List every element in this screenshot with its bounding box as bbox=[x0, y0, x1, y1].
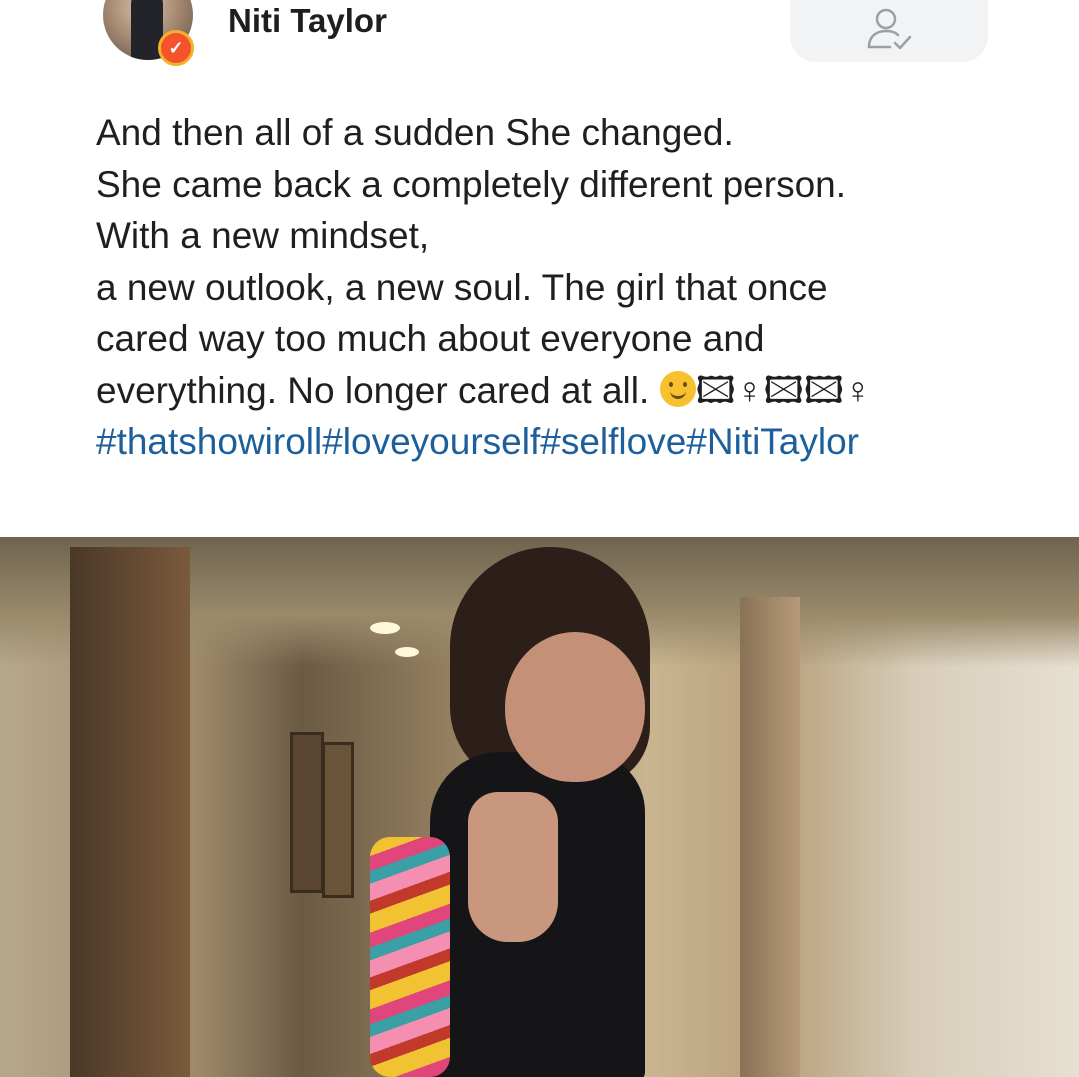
photo-tassels bbox=[370, 837, 450, 1077]
photo-ceiling-light bbox=[370, 622, 400, 634]
post-text-line-last: everything. No longer cared at all. 🖾♀🖾🖾… bbox=[96, 365, 1036, 417]
photo-ceiling-light bbox=[395, 647, 419, 657]
person-check-icon bbox=[867, 8, 912, 50]
emoji-trail: 🖾♀🖾🖾♀ bbox=[695, 369, 872, 411]
photo-door-left bbox=[70, 547, 190, 1077]
post-photo[interactable] bbox=[0, 537, 1079, 1077]
photo-wall-frame bbox=[322, 742, 354, 898]
photo-wall-frame bbox=[290, 732, 324, 893]
post-text-line: everything. No longer cared at all. bbox=[96, 369, 650, 411]
smiling-face-emoji bbox=[659, 370, 696, 407]
follow-button[interactable] bbox=[790, 0, 988, 62]
post-text-line: She came back a completely different per… bbox=[96, 163, 847, 205]
post-body: And then all of a sudden She changed. Sh… bbox=[96, 107, 1036, 468]
post-header: ✓ Niti Taylor bbox=[0, 0, 1079, 90]
photo-person-back bbox=[468, 792, 558, 942]
hashtags-link[interactable]: #thatshowiroll#loveyourself#selflove#Nit… bbox=[96, 416, 996, 468]
photo-door-right bbox=[740, 597, 800, 1077]
post-text-line: With a new mindset, bbox=[96, 215, 430, 256]
post-text-line: cared way too much about everyone and bbox=[96, 318, 765, 359]
verified-badge-icon: ✓ bbox=[158, 30, 194, 66]
post-text-line: And then all of a sudden She changed. bbox=[96, 112, 734, 153]
photo-person-face bbox=[505, 632, 645, 782]
post-text-line: a new outlook, a new soul. The girl that… bbox=[96, 266, 828, 308]
author-name[interactable]: Niti Taylor bbox=[228, 2, 387, 40]
